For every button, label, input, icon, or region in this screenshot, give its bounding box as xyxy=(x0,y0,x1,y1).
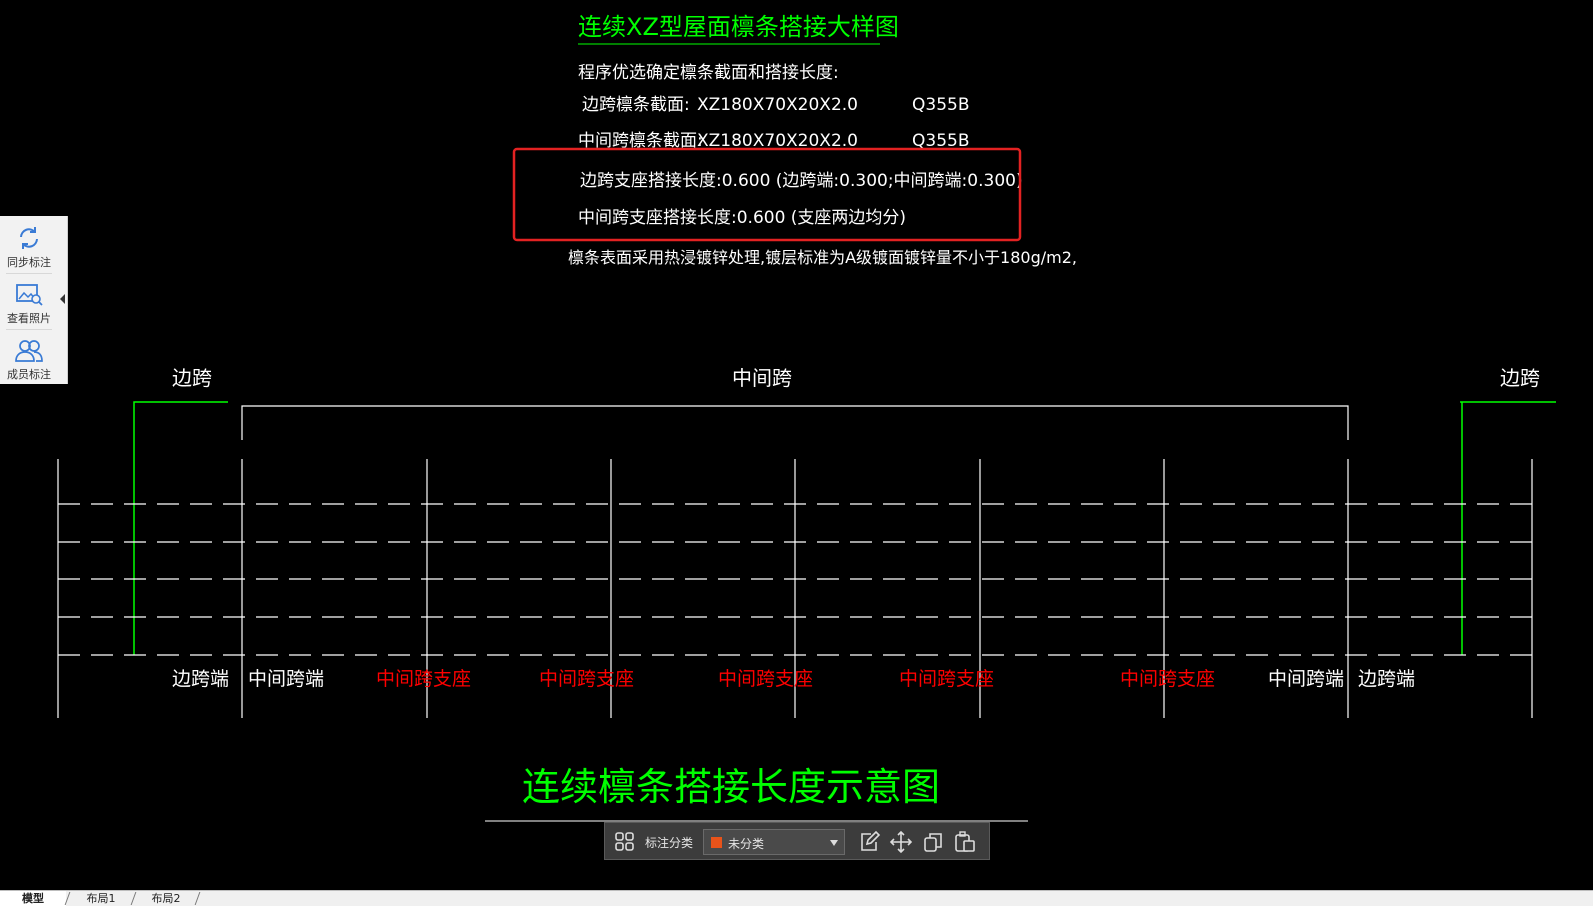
photo-search-icon xyxy=(16,284,43,306)
edge-span-section-label: 边跨檩条截面: xyxy=(582,95,690,115)
bottom-label-mid-support: 中间跨支座 xyxy=(1120,668,1215,690)
move-icon xyxy=(889,830,913,854)
annotation-category-select[interactable]: 未分类 xyxy=(703,829,845,855)
bottom-label-mid-end: 中间跨端 xyxy=(1268,668,1344,690)
drawing-title: 连续XZ型屋面檩条搭接大样图 xyxy=(578,13,899,41)
sync-annotation-label: 同步标注 xyxy=(7,256,51,269)
bottom-label-edge-end: 边跨端 xyxy=(172,668,229,690)
annotation-toolbar: 标注分类 未分类 xyxy=(604,822,990,860)
edge-support-lap: 边跨支座搭接长度:0.600 (边跨端:0.300;中间跨端:0.300) xyxy=(580,171,1023,191)
view-photos-label: 查看照片 xyxy=(7,312,51,325)
intro-text: 程序优选确定檩条截面和搭接长度: xyxy=(578,63,839,83)
copy-button[interactable] xyxy=(921,830,945,854)
chevron-down-icon xyxy=(830,840,838,846)
members-icon xyxy=(15,340,43,362)
left-span-label: 边跨 xyxy=(172,366,212,390)
purlin-lines xyxy=(58,503,1534,656)
edit-icon xyxy=(861,830,881,851)
tab-layout2[interactable]: 布局2 xyxy=(135,891,197,906)
bottom-label-mid-support: 中间跨支座 xyxy=(376,668,471,690)
bottom-label-mid-support: 中间跨支座 xyxy=(539,668,634,690)
view-photos-button[interactable]: 查看照片 xyxy=(0,276,58,332)
right-span-label: 边跨 xyxy=(1500,366,1540,390)
toolbar-divider xyxy=(6,329,52,330)
diagram-title: 连续檩条搭接长度示意图 xyxy=(522,765,940,809)
layout-tab-bar: 模型 布局1 布局2 xyxy=(0,890,1593,906)
cad-canvas[interactable]: 连续XZ型屋面檩条搭接大样图 程序优选确定檩条截面和搭接长度: 边跨檩条截面: … xyxy=(0,0,1593,890)
paste-button[interactable] xyxy=(953,830,977,854)
middle-span-bracket xyxy=(241,405,1349,440)
annotation-category-label: 标注分类 xyxy=(645,836,694,850)
edge-span-section-size: XZ180X70X20X2.0 xyxy=(697,95,858,115)
edge-span-section-grade: Q355B xyxy=(912,95,970,115)
bottom-label-mid-end: 中间跨端 xyxy=(248,668,324,690)
category-color-swatch xyxy=(711,837,722,848)
tab-layout1[interactable]: 布局1 xyxy=(70,891,132,906)
member-annotation-button[interactable]: 成员标注 xyxy=(0,332,58,388)
grid-icon xyxy=(615,832,634,851)
copy-icon xyxy=(924,833,942,852)
member-annotation-label: 成员标注 xyxy=(7,368,51,381)
move-button[interactable] xyxy=(889,830,913,854)
toolbar-divider xyxy=(6,273,52,274)
middle-span-label: 中间跨 xyxy=(732,366,792,390)
mid-support-lap: 中间跨支座搭接长度:0.600 (支座两边均分) xyxy=(578,208,906,228)
grid-button[interactable] xyxy=(613,830,637,854)
left-floating-toolbar: 同步标注 查看照片 成员标注 xyxy=(0,216,68,384)
paste-icon xyxy=(955,831,975,852)
bottom-label-edge-end: 边跨端 xyxy=(1358,668,1415,690)
edit-button[interactable] xyxy=(857,830,881,854)
sync-annotation-button[interactable]: 同步标注 xyxy=(0,218,58,274)
collapse-toolbar-handle[interactable] xyxy=(58,216,68,384)
annotation-category-value: 未分类 xyxy=(728,837,765,851)
tab-model[interactable]: 模型 xyxy=(0,891,66,906)
sync-icon xyxy=(20,227,38,249)
bottom-label-mid-support: 中间跨支座 xyxy=(899,668,994,690)
coating-note: 檩条表面采用热浸镀锌处理,镀层标准为A级镀面镀锌量不小于180g/m2, xyxy=(568,248,1077,267)
bottom-label-mid-support: 中间跨支座 xyxy=(718,668,813,690)
left-span-bracket xyxy=(133,401,228,655)
